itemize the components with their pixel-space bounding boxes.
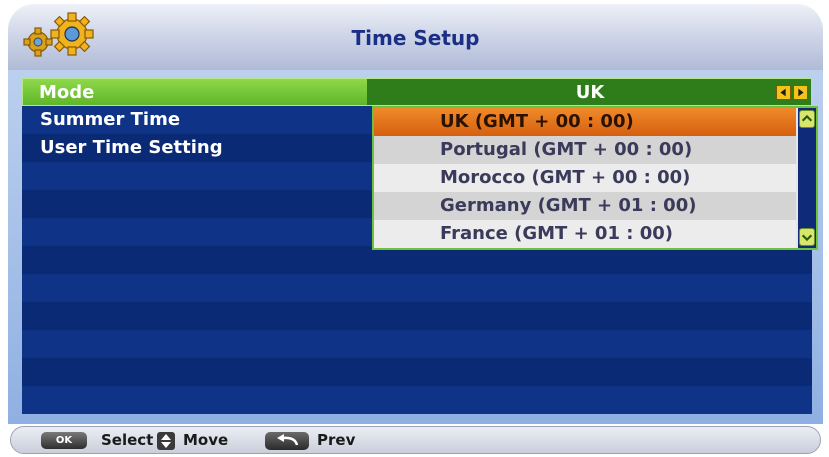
arrow-left-icon[interactable] — [776, 85, 791, 100]
dropdown-option-france[interactable]: France (GMT + 01 : 00) — [374, 220, 796, 248]
arrow-right-icon[interactable] — [793, 85, 808, 100]
dropdown-option-germany[interactable]: Germany (GMT + 01 : 00) — [374, 192, 796, 220]
list-row-bg — [22, 386, 812, 414]
list-row-bg — [22, 246, 812, 274]
mode-dropdown[interactable]: UK (GMT + 00 : 00) Portugal (GMT + 00 : … — [372, 106, 818, 250]
menu-item-user-time-setting[interactable]: User Time Setting — [40, 137, 223, 158]
mode-label-cell: Mode — [23, 79, 367, 105]
menu-item-summer-time[interactable]: Summer Time — [40, 109, 180, 130]
list-row-bg — [22, 302, 812, 330]
scroll-up-icon[interactable] — [799, 110, 815, 128]
scroll-down-icon[interactable] — [799, 228, 815, 246]
dropdown-scrollbar[interactable] — [798, 108, 816, 248]
list-row-bg — [22, 274, 812, 302]
ok-button-icon: OK — [41, 432, 87, 449]
footer-move-label: Move — [183, 431, 229, 449]
dropdown-option-label: Morocco (GMT + 00 : 00) — [440, 167, 691, 188]
dropdown-option-morocco[interactable]: Morocco (GMT + 00 : 00) — [374, 164, 796, 192]
header-bar: Time Setup — [8, 4, 823, 72]
menu-item-mode[interactable]: Mode UK — [22, 78, 812, 106]
dropdown-option-label: UK (GMT + 00 : 00) — [440, 111, 634, 132]
return-arrow-icon — [265, 432, 309, 450]
list-row-bg — [22, 358, 812, 386]
footer-prev-label: Prev — [317, 431, 356, 449]
dropdown-option-portugal[interactable]: Portugal (GMT + 00 : 00) — [374, 136, 796, 164]
dropdown-option-label: Portugal (GMT + 00 : 00) — [440, 139, 693, 160]
dropdown-option-uk[interactable]: UK (GMT + 00 : 00) — [374, 108, 796, 136]
footer-help-bar: OK Select Move Prev — [10, 426, 821, 454]
list-row-bg — [22, 330, 812, 358]
up-down-arrow-icon — [157, 432, 175, 450]
dropdown-option-label: France (GMT + 01 : 00) — [440, 223, 673, 244]
mode-label: Mode — [39, 82, 95, 103]
footer-select-label: Select — [101, 431, 154, 449]
mode-value: UK — [575, 82, 605, 103]
page-title: Time Setup — [351, 26, 480, 50]
dropdown-option-label: Germany (GMT + 01 : 00) — [440, 195, 697, 216]
tv-menu-screen: Time Setup Mode UK Summer Time User Time… — [8, 4, 823, 454]
